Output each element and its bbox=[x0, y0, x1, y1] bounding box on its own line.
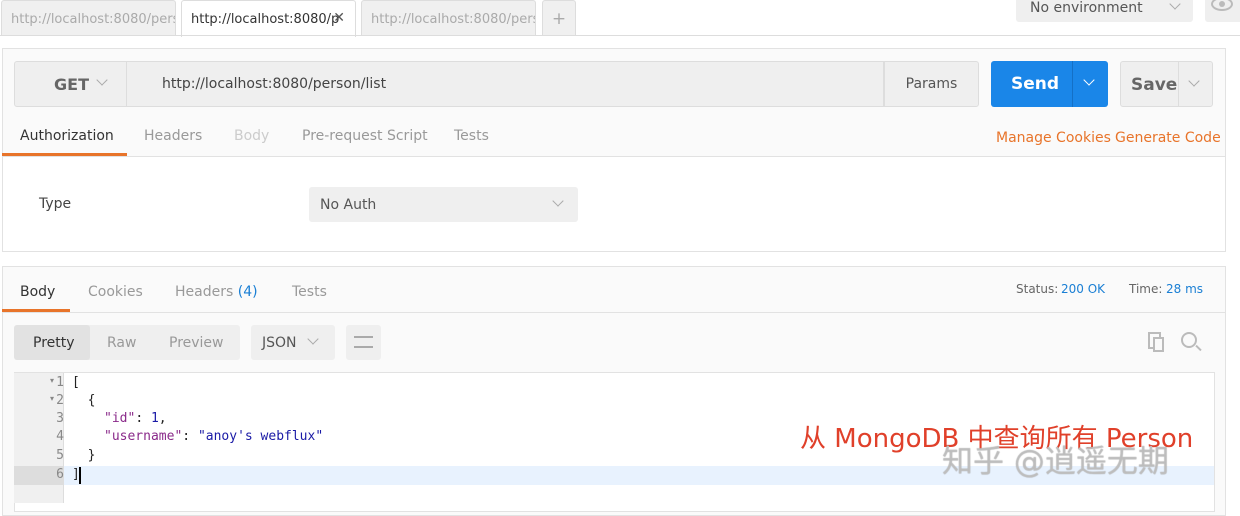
pretty-label: Pretty bbox=[33, 335, 75, 351]
auth-type-value: No Auth bbox=[320, 197, 377, 213]
time-label: Time: bbox=[1129, 282, 1163, 296]
time-value: 28 ms bbox=[1166, 282, 1204, 296]
tab-bar-divider bbox=[0, 35, 1240, 36]
tab-tests[interactable]: Tests bbox=[454, 128, 489, 144]
generate-code-link[interactable]: Generate Code bbox=[1115, 130, 1221, 146]
chevron-down-icon bbox=[307, 333, 319, 345]
headers-count: (4) bbox=[237, 284, 258, 300]
fold-arrow-icon[interactable]: ▾ bbox=[50, 376, 54, 385]
format-select[interactable]: JSON bbox=[251, 325, 335, 360]
tab-label: http://localhost:8080/pers bbox=[11, 12, 176, 27]
response-tab-body[interactable]: Body bbox=[20, 284, 55, 300]
auth-type-select[interactable]: No Auth bbox=[309, 187, 578, 222]
save-button[interactable]: Save bbox=[1120, 61, 1213, 107]
json-key: "id" bbox=[104, 411, 136, 426]
eye-icon bbox=[1211, 0, 1233, 11]
send-button[interactable]: Send bbox=[991, 61, 1108, 107]
pretty-button[interactable]: Pretty bbox=[14, 325, 90, 360]
method-select[interactable]: GET bbox=[14, 61, 127, 107]
status-label: Status: bbox=[1016, 282, 1059, 296]
json-punct: , bbox=[158, 411, 167, 426]
response-tab-headers[interactable]: Headers (4) bbox=[175, 284, 258, 300]
tab-pre-request-script[interactable]: Pre-request Script bbox=[302, 128, 428, 144]
json-value: 1 bbox=[150, 411, 159, 426]
code-line: "id": 1, bbox=[104, 411, 167, 426]
environment-value: No environment bbox=[1030, 0, 1143, 16]
code-line: } bbox=[72, 448, 96, 463]
params-button[interactable]: Params bbox=[884, 61, 979, 107]
chevron-down-icon[interactable] bbox=[1188, 75, 1200, 87]
line-number: 5 bbox=[56, 448, 64, 463]
plus-icon: + bbox=[551, 9, 567, 29]
code-line: { bbox=[72, 393, 96, 408]
format-value: JSON bbox=[262, 335, 297, 351]
line-number: 3 bbox=[56, 411, 64, 426]
line-number: 1 bbox=[56, 375, 64, 390]
line-number: 2 bbox=[56, 393, 64, 408]
chevron-down-icon bbox=[552, 195, 564, 207]
tab-label: Headers bbox=[175, 284, 234, 300]
params-label: Params bbox=[905, 76, 958, 92]
line-number: 4 bbox=[56, 429, 64, 444]
tab-authorization[interactable]: Authorization bbox=[20, 128, 114, 144]
fold-arrow-icon[interactable]: ▾ bbox=[50, 394, 54, 403]
active-tab-underline bbox=[2, 309, 70, 312]
wrap-icon bbox=[354, 336, 373, 348]
method-value: GET bbox=[54, 75, 89, 94]
line-number: 6 bbox=[56, 467, 64, 482]
tab-label: http://localhost:8080/pers bbox=[371, 12, 536, 27]
raw-button[interactable]: Raw bbox=[107, 335, 136, 351]
tab-body[interactable]: Body bbox=[234, 128, 269, 144]
wrap-lines-button[interactable] bbox=[346, 325, 381, 360]
environment-select[interactable]: No environment bbox=[1016, 0, 1193, 22]
preview-button[interactable]: Preview bbox=[169, 335, 224, 351]
request-tab-2[interactable]: http://localhost:8080/p ✕ bbox=[181, 0, 356, 37]
tab-headers[interactable]: Headers bbox=[144, 128, 202, 144]
manage-cookies-link[interactable]: Manage Cookies bbox=[996, 130, 1111, 146]
auth-type-label: Type bbox=[39, 196, 72, 212]
url-bar bbox=[14, 61, 884, 107]
status-value: 200 OK bbox=[1061, 282, 1106, 296]
tab-label: http://localhost:8080/p bbox=[191, 12, 340, 27]
json-value: "anoy's webflux" bbox=[197, 429, 324, 444]
send-label: Send bbox=[1011, 74, 1060, 94]
chevron-down-icon bbox=[96, 74, 108, 86]
code-line: "username": "anoy's webflux" bbox=[104, 429, 324, 444]
copy-icon[interactable] bbox=[1148, 332, 1164, 352]
search-icon[interactable] bbox=[1181, 332, 1202, 352]
json-key: "username" bbox=[104, 429, 183, 444]
request-tab-1[interactable]: http://localhost:8080/pers bbox=[1, 0, 176, 35]
response-tab-cookies[interactable]: Cookies bbox=[88, 284, 143, 300]
text-cursor bbox=[79, 467, 81, 484]
response-tab-tests[interactable]: Tests bbox=[292, 284, 327, 300]
request-tab-3[interactable]: http://localhost:8080/pers bbox=[361, 0, 536, 35]
chevron-down-icon[interactable] bbox=[1083, 74, 1095, 86]
save-label: Save bbox=[1131, 75, 1178, 95]
chevron-down-icon bbox=[1169, 0, 1181, 10]
new-tab-button[interactable]: + bbox=[542, 0, 576, 35]
close-icon[interactable]: ✕ bbox=[333, 10, 345, 26]
watermark: 知乎 @逍遥无期 bbox=[942, 444, 1169, 480]
auth-section: Type bbox=[2, 156, 1226, 252]
environment-quick-look-button[interactable] bbox=[1205, 0, 1240, 22]
code-line: [ bbox=[72, 375, 80, 390]
url-input[interactable]: http://localhost:8080/person/list bbox=[162, 76, 386, 92]
